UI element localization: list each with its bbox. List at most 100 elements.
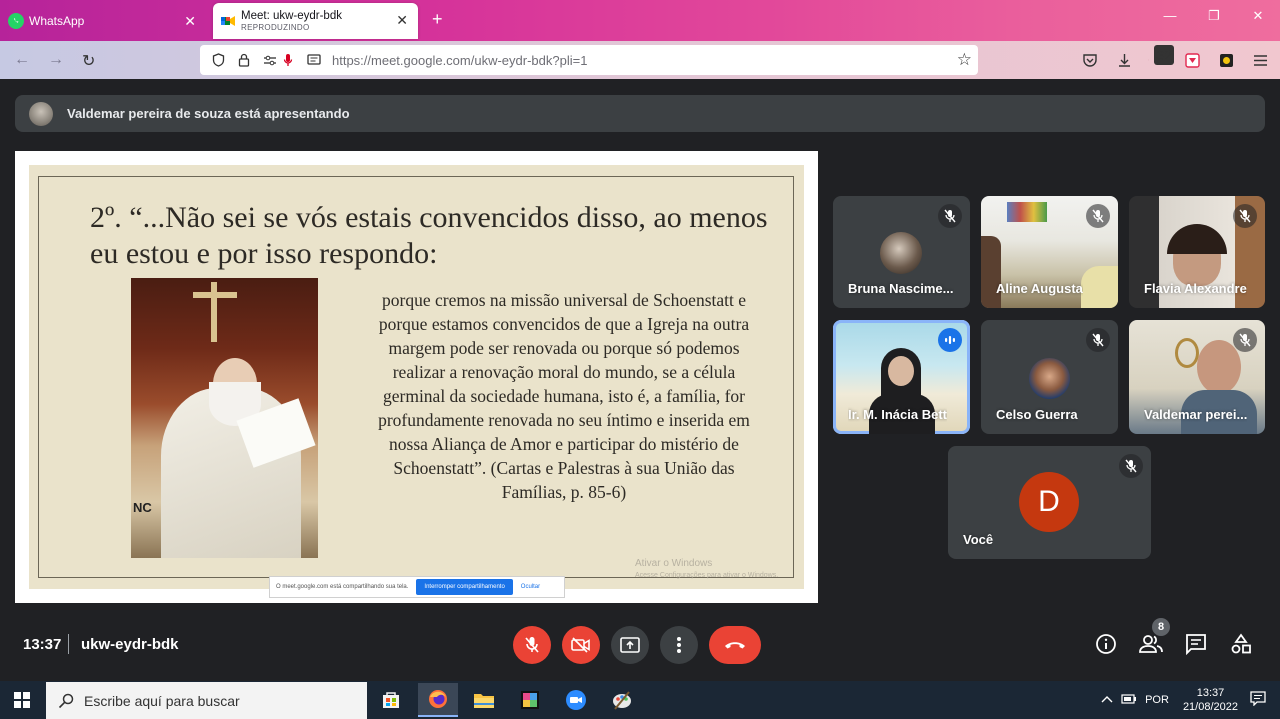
presenter-banner: Valdemar pereira de souza está apresenta… (15, 95, 1265, 132)
people-count-badge: 8 (1152, 618, 1170, 636)
hide-button[interactable]: Ocultar (521, 584, 540, 590)
windows-start-icon[interactable] (14, 692, 30, 708)
clock-time: 13:37 (1196, 687, 1225, 699)
participant-name: Flavia Alexandre (1144, 281, 1247, 296)
tab-meet[interactable]: Meet: ukw-eydr-bdk REPRODUZINDO ✕ (213, 3, 418, 39)
avatar (29, 101, 53, 126)
hang-up-icon (725, 642, 745, 649)
mic-off-icon (1119, 454, 1143, 478)
back-arrow-icon[interactable]: ← (14, 51, 30, 69)
person-hair-shape (1167, 224, 1227, 254)
divider (68, 634, 69, 654)
forward-arrow-icon[interactable]: → (48, 51, 64, 69)
file-explorer-icon[interactable] (464, 683, 504, 717)
slide-quote: porque cremos na missão universal de Sch… (378, 290, 750, 502)
download-icon[interactable] (1114, 50, 1134, 70)
battery-icon[interactable] (1121, 693, 1137, 707)
new-tab-icon[interactable]: + (432, 9, 443, 30)
watermark-title: Ativar o Windows (635, 558, 713, 569)
activities-button[interactable] (1229, 632, 1253, 656)
reader-view-icon[interactable] (306, 52, 322, 68)
camera-off-icon (571, 637, 590, 653)
tab-whatsapp[interactable]: WhatsApp ✕ (0, 4, 208, 37)
shield-icon[interactable] (210, 52, 226, 68)
store-icon[interactable] (371, 683, 411, 717)
url-text[interactable]: https://meet.google.com/ukw-eydr-bdk?pli… (332, 53, 587, 68)
person-face-shape (1197, 340, 1241, 394)
participant-name: Bruna Nascime... (848, 281, 954, 296)
self-tile[interactable]: D Você (948, 446, 1151, 559)
extension-dark-icon[interactable] (1216, 50, 1236, 70)
chat-icon (1186, 634, 1206, 655)
close-icon[interactable]: ✕ (396, 12, 408, 29)
menu-hamburger-icon[interactable] (1250, 50, 1270, 70)
tab-meet-subtitle: REPRODUZINDO (241, 23, 310, 32)
mic-off-icon (525, 637, 539, 653)
microphone-icon[interactable] (280, 52, 296, 68)
keyboard-language[interactable]: POR (1145, 694, 1169, 706)
participant-name: Ir. M. Inácia Bett (848, 407, 947, 422)
info-icon (1096, 634, 1116, 654)
minimize-icon[interactable]: — (1148, 8, 1192, 24)
zoom-icon[interactable] (556, 683, 596, 717)
mic-off-icon (938, 204, 962, 228)
participant-tile[interactable]: Bruna Nascime... (833, 196, 970, 308)
close-icon[interactable]: ✕ (184, 13, 196, 30)
notifications-icon[interactable] (1250, 691, 1266, 709)
camera-toggle-button[interactable] (562, 626, 600, 664)
participant-tile[interactable]: Valdemar perei... (1129, 320, 1265, 434)
extension-badge: 32 (1154, 45, 1174, 65)
meeting-details-button[interactable] (1094, 632, 1118, 656)
speaking-icon (938, 328, 962, 352)
crucifix-shape (211, 282, 217, 342)
photo-text: NC (133, 500, 152, 515)
chevron-up-icon[interactable] (1101, 694, 1113, 706)
search-placeholder: Escribe aquí para buscar (84, 692, 240, 709)
crucifix-bar-shape (193, 292, 237, 298)
watermark-subtitle: Acesse Configurações para ativar o Windo… (635, 572, 779, 579)
participant-tile[interactable]: Aline Augusta (981, 196, 1118, 308)
whatsapp-icon (8, 12, 24, 29)
shared-screen[interactable]: 2º. “...Não sei se vós estais convencido… (15, 151, 818, 603)
participant-name: Valdemar perei... (1144, 407, 1248, 422)
present-icon (620, 637, 640, 653)
close-window-icon[interactable]: ✕ (1236, 8, 1280, 24)
bookmark-star-icon[interactable]: ☆ (957, 50, 972, 70)
photo-editor-icon[interactable] (510, 683, 550, 717)
mic-off-icon (1233, 204, 1257, 228)
participant-name: Celso Guerra (996, 407, 1078, 422)
person-face-shape (888, 356, 914, 386)
leave-call-button[interactable] (709, 626, 761, 664)
ublock-icon[interactable]: 32 (1148, 45, 1174, 70)
firefox-icon[interactable] (418, 683, 458, 717)
shelf-shape (1007, 202, 1047, 222)
participant-tile[interactable]: Ir. M. Inácia Bett (833, 320, 970, 434)
window-controls: — ❐ ✕ (1148, 8, 1280, 24)
taskbar-search[interactable]: Escribe aquí para buscar (46, 682, 367, 719)
lock-icon[interactable] (236, 52, 252, 68)
address-bar[interactable]: https://meet.google.com/ukw-eydr-bdk?pli… (200, 45, 978, 75)
pocket-icon[interactable] (1080, 50, 1100, 70)
chat-button[interactable] (1184, 632, 1208, 656)
restore-icon[interactable]: ❐ (1192, 8, 1236, 24)
system-clock[interactable]: 13:37 21/08/2022 (1183, 686, 1238, 714)
activities-icon (1231, 633, 1251, 654)
share-text: O meet.google.com está compartilhando su… (276, 584, 409, 590)
tab-whatsapp-title: WhatsApp (29, 13, 85, 28)
system-tray: POR 13:37 21/08/2022 (1101, 681, 1280, 719)
reload-icon[interactable]: ↻ (82, 51, 95, 71)
present-screen-button[interactable] (611, 626, 649, 664)
more-options-button[interactable] (660, 626, 698, 664)
meet-icon (221, 14, 235, 28)
mic-toggle-button[interactable] (513, 626, 551, 664)
meeting-code: ukw-eydr-bdk (81, 636, 179, 653)
stop-sharing-button[interactable]: Interromper compartilhamento (416, 579, 513, 595)
participant-tile[interactable]: Flavia Alexandre (1129, 196, 1265, 308)
frame-shape (1175, 338, 1199, 368)
extension-red-icon[interactable] (1182, 50, 1202, 70)
paint-icon[interactable] (602, 683, 642, 717)
meeting-time: 13:37 (23, 636, 62, 653)
mic-off-icon (1086, 204, 1110, 228)
permissions-icon[interactable] (262, 52, 278, 68)
participant-tile[interactable]: Celso Guerra (981, 320, 1118, 434)
